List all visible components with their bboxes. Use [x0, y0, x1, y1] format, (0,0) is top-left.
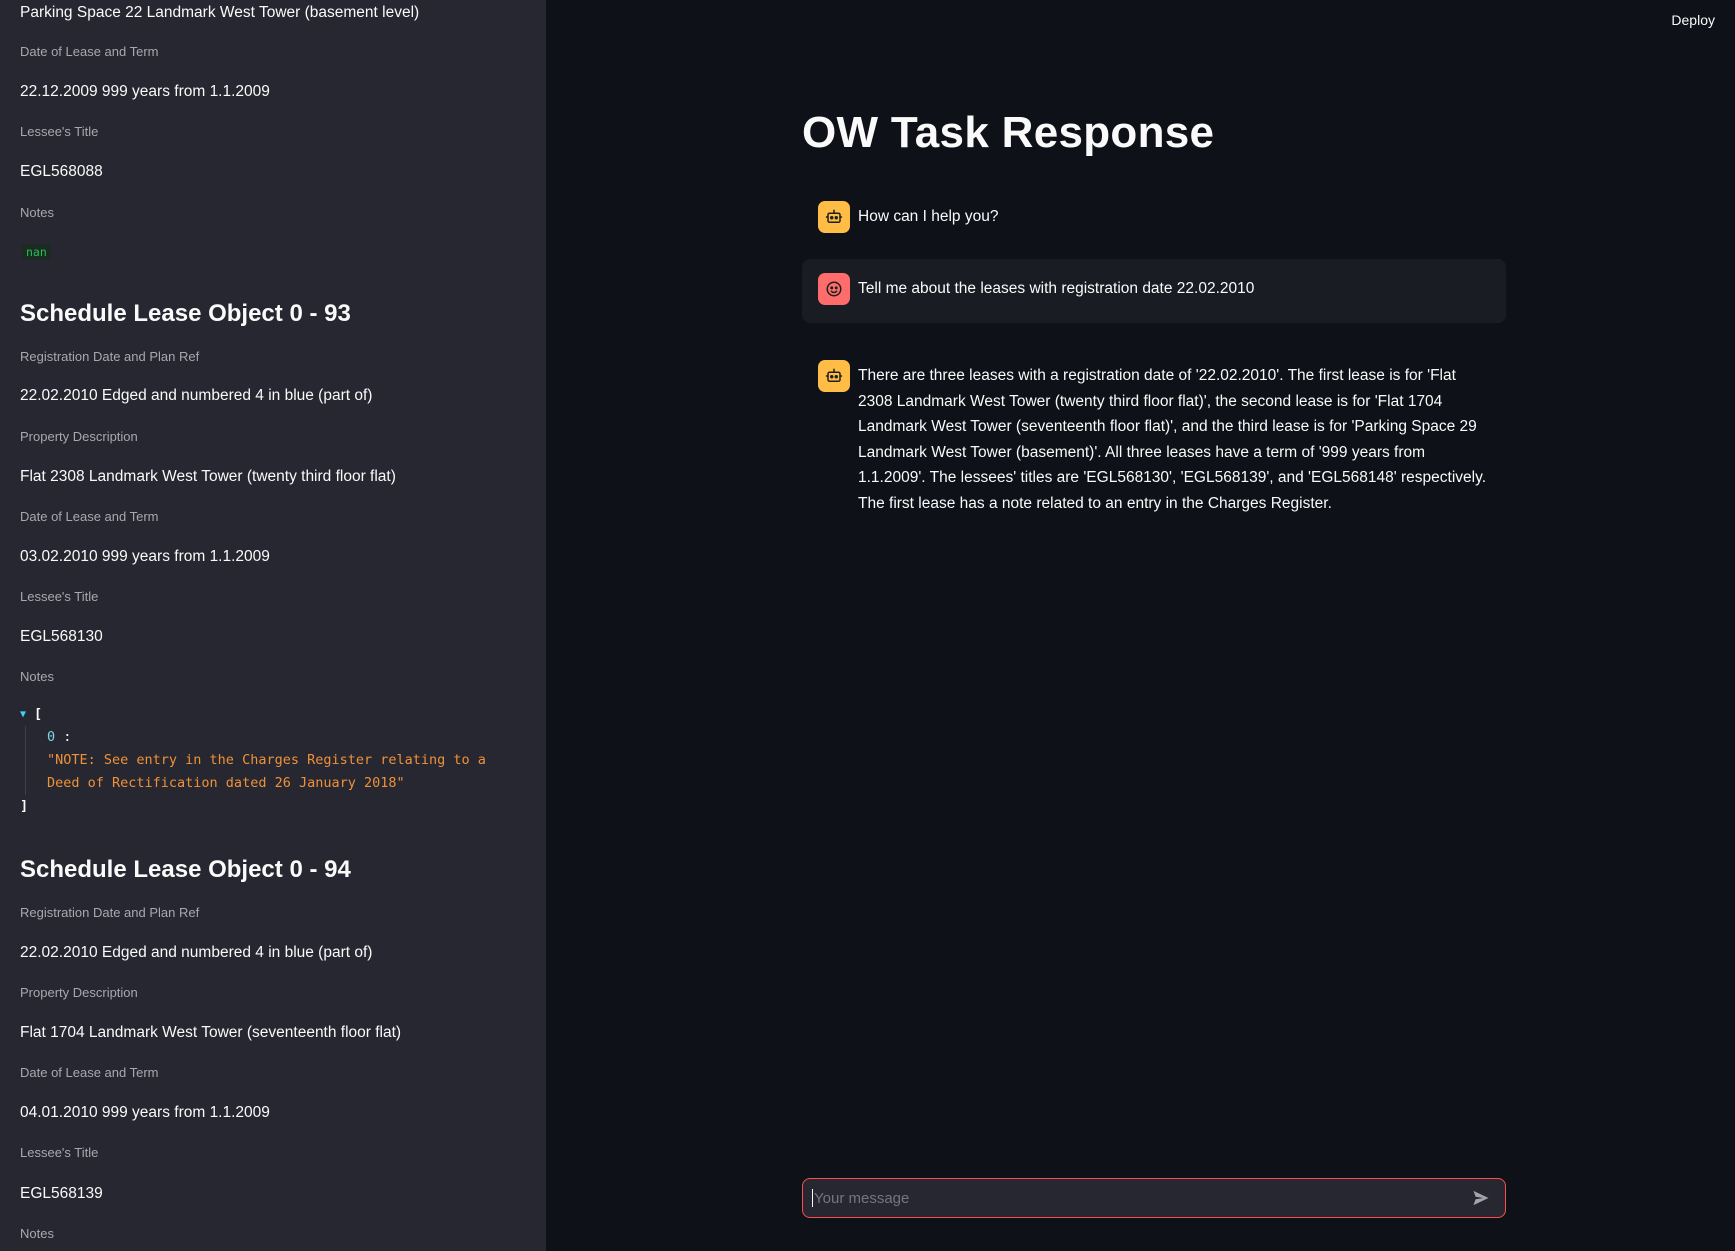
- json-open-bracket: [: [34, 706, 43, 722]
- notes-value: nan: [22, 243, 51, 261]
- chat-message-user: Tell me about the leases with registrati…: [802, 259, 1506, 323]
- field-label: Date of Lease and Term: [20, 44, 159, 59]
- field-value: 04.01.2010 999 years from 1.1.2009: [20, 1104, 270, 1121]
- send-icon[interactable]: [1469, 1186, 1493, 1210]
- field-label: Notes: [20, 205, 54, 220]
- caret-down-icon[interactable]: ▼: [20, 703, 34, 726]
- json-root-line: ▼[: [20, 703, 530, 726]
- field-value: 22.12.2009 999 years from 1.1.2009: [20, 83, 270, 100]
- field-value: Flat 1704 Landmark West Tower (seventeen…: [20, 1024, 402, 1041]
- field-value: 22.02.2010 Edged and numbered 4 in blue …: [20, 387, 373, 404]
- chat-message-input[interactable]: [814, 1189, 1469, 1207]
- field-value: EGL568088: [20, 163, 103, 180]
- object-heading: Schedule Lease Object 0 - 94: [20, 856, 351, 883]
- field-value: 03.02.2010 999 years from 1.1.2009: [20, 548, 270, 565]
- json-colon: :: [63, 729, 72, 745]
- field-value: 22.02.2010 Edged and numbered 4 in blue …: [20, 944, 373, 961]
- json-string-value: "NOTE: See entry in the Charges Register…: [47, 752, 486, 791]
- field-label: Property Description: [20, 985, 138, 1000]
- field-label: Lessee's Title: [20, 124, 99, 139]
- json-key: 0: [47, 729, 56, 745]
- field-value: Flat 2308 Landmark West Tower (twenty th…: [20, 468, 396, 485]
- main-area: Deploy OW Task Response How can I help y…: [546, 0, 1735, 1251]
- field-label: Registration Date and Plan Ref: [20, 905, 200, 920]
- message-text: Tell me about the leases with registrati…: [858, 280, 1255, 297]
- chat-input-container[interactable]: [802, 1178, 1506, 1218]
- field-label: Date of Lease and Term: [20, 1065, 159, 1080]
- message-text: There are three leases with a registrati…: [858, 367, 1487, 512]
- field-value: EGL568139: [20, 1185, 103, 1202]
- sidebar[interactable]: Parking Space 22 Landmark West Tower (ba…: [0, 0, 546, 1251]
- app-window: Parking Space 22 Landmark West Tower (ba…: [0, 0, 1735, 1251]
- face-icon: [818, 273, 850, 305]
- field-label: Notes: [20, 1226, 54, 1241]
- notes-json-viewer: ▼[ 0 : "NOTE: See entry in the Charges R…: [20, 703, 530, 818]
- json-close-bracket: ]: [20, 798, 29, 814]
- field-label: Lessee's Title: [20, 589, 99, 604]
- chat-message-assistant: How can I help you?: [802, 187, 1506, 247]
- field-label: Lessee's Title: [20, 1145, 99, 1160]
- nan-badge: nan: [22, 244, 51, 260]
- json-body: 0 : "NOTE: See entry in the Charges Regi…: [25, 726, 530, 795]
- robot-icon: [818, 201, 850, 233]
- page-title: OW Task Response: [802, 108, 1215, 157]
- chat-message-assistant: There are three leases with a registrati…: [802, 346, 1506, 531]
- robot-icon: [818, 360, 850, 392]
- field-label: Notes: [20, 669, 54, 684]
- field-value: EGL568130: [20, 628, 103, 645]
- field-label: Property Description: [20, 429, 138, 444]
- property-description-value: Parking Space 22 Landmark West Tower (ba…: [20, 4, 420, 21]
- text-caret: [812, 1189, 813, 1207]
- field-label: Registration Date and Plan Ref: [20, 349, 200, 364]
- field-label: Date of Lease and Term: [20, 509, 159, 524]
- object-heading: Schedule Lease Object 0 - 93: [20, 300, 351, 327]
- deploy-button[interactable]: Deploy: [1669, 8, 1717, 32]
- message-text: How can I help you?: [858, 208, 999, 225]
